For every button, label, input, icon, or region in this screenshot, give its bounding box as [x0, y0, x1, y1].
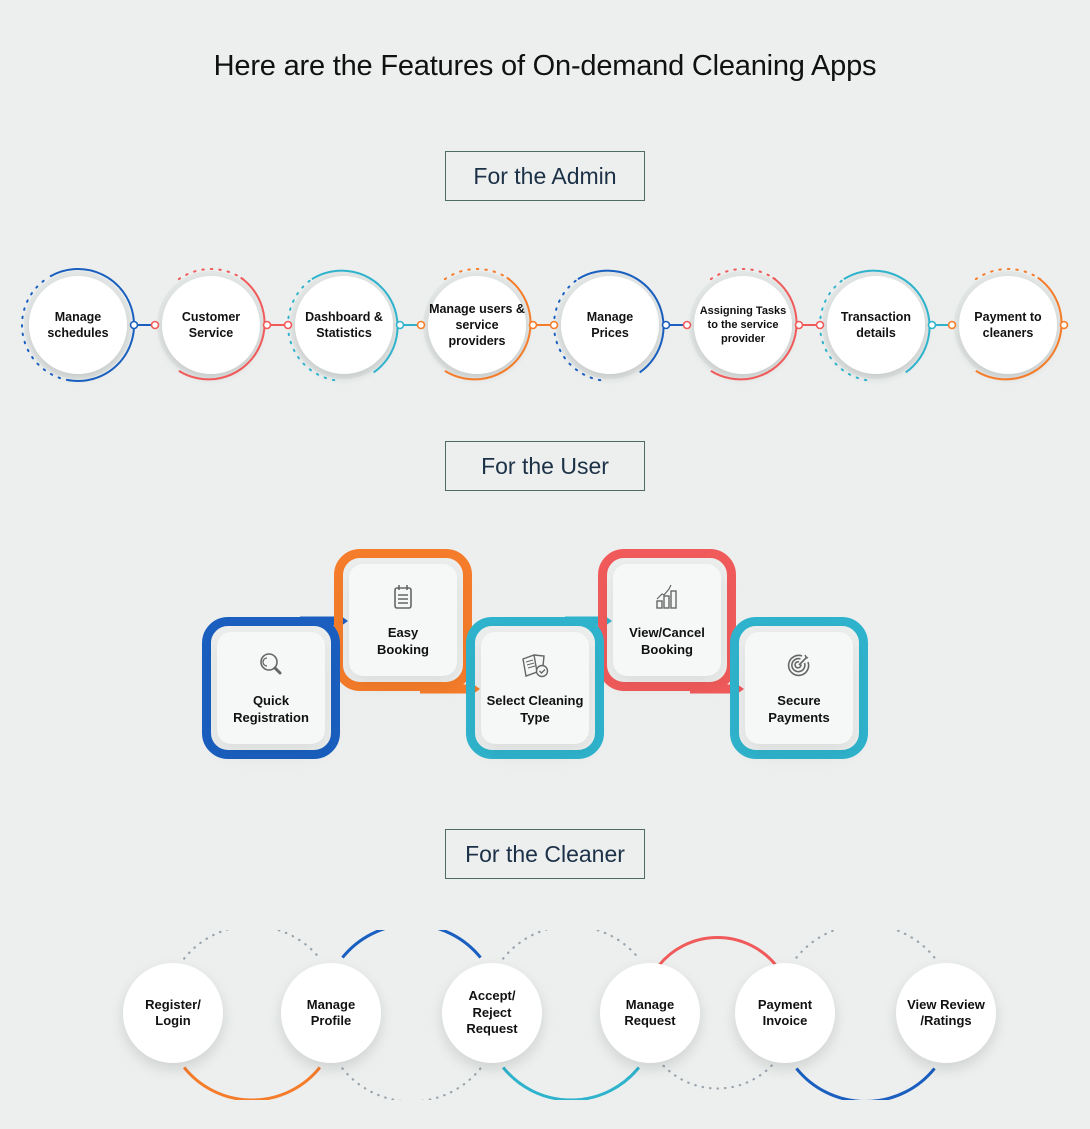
- label-line1: Manage: [625, 996, 675, 1012]
- label-line2: Request: [624, 1013, 676, 1028]
- label-line3: provider: [720, 333, 765, 345]
- admin-feature-label: Dashboard & Statistics: [294, 309, 394, 341]
- label-line2: Prices: [591, 326, 629, 340]
- label-line1: Customer: [181, 310, 241, 324]
- label-line1: Transaction: [840, 310, 912, 324]
- label-line1: View Review: [907, 996, 985, 1012]
- book-check-icon: [522, 654, 549, 678]
- cleaner-feature-register-login: Register/Login: [123, 963, 223, 1063]
- label-line3: Request: [466, 1021, 518, 1037]
- admin-feature-label: Assigning Tasks to the service provider: [693, 304, 793, 346]
- label-line1: Manage: [306, 996, 356, 1012]
- connector-arc-red: [657, 936, 778, 967]
- label-line2: /Ratings: [920, 1013, 972, 1028]
- user-step-easy-booking: Easy Booking: [334, 549, 472, 691]
- admin-feature-label: Payment to cleaners: [958, 309, 1058, 341]
- step-label-line2: Registration: [233, 710, 309, 725]
- label-line2: Reject: [472, 1004, 512, 1020]
- step-label-line2: Type: [520, 710, 550, 725]
- label-line1: Assigning Tasks: [699, 305, 787, 317]
- label-line2: Service: [188, 326, 234, 340]
- connector-node: [150, 320, 160, 330]
- label-line2: details: [856, 326, 896, 340]
- label-line1: Payment: [757, 996, 813, 1012]
- connector-node: [262, 320, 272, 330]
- section-label-user: For the User: [445, 441, 645, 491]
- label-line2: Statistics: [316, 326, 372, 340]
- cleaner-feature-manage-profile: Manage Profile: [281, 963, 381, 1063]
- cleaner-feature-payment-invoice: Payment Invoice: [735, 963, 835, 1063]
- label-line2: Profile: [310, 1013, 352, 1028]
- connector-node: [549, 320, 559, 330]
- connector-node: [947, 320, 957, 330]
- dotted-connector-arc: [795, 930, 936, 959]
- label-line1: Register/: [145, 996, 201, 1012]
- dotted-connector-arc: [183, 930, 321, 960]
- connector-node: [794, 320, 804, 330]
- connector-node: [528, 320, 538, 330]
- connector-node: [1059, 320, 1069, 330]
- cleaner-feature-manage-request: Manage Request: [600, 963, 700, 1063]
- target-icon: [787, 654, 810, 677]
- step-label-line2: Booking: [377, 642, 429, 657]
- step-label-line1: View/Cancel: [629, 625, 705, 640]
- step-label-line1: Quick: [252, 693, 290, 708]
- search-icon: [260, 653, 282, 675]
- connector-node: [927, 320, 937, 330]
- bar-chart-icon: [656, 584, 677, 609]
- label-line2: Invoice: [762, 1013, 808, 1028]
- cleaner-feature-accept-reject: Accept/Reject Request: [442, 963, 542, 1063]
- section-label-cleaner: For the Cleaner: [445, 829, 645, 879]
- step-label-line1: Easy: [387, 625, 419, 640]
- connector-node: [416, 320, 426, 330]
- label-line1: Manage users &: [429, 302, 525, 316]
- step-label-line1: Select Cleaning: [486, 693, 584, 708]
- label-line2: cleaners: [982, 326, 1034, 340]
- connector-node: [682, 320, 692, 330]
- label-line2: Login: [155, 1013, 191, 1028]
- connector-node: [661, 320, 671, 330]
- step-label-line2: Payments: [768, 710, 830, 725]
- step-label-line2: Booking: [640, 642, 693, 657]
- connector-node: [129, 320, 139, 330]
- user-step-view-cancel-booking: View/Cancel Booking: [598, 549, 736, 691]
- connector-arc-teal: [501, 1066, 641, 1100]
- step-label-line1: Secure: [777, 693, 821, 708]
- label-line1: Dashboard &: [305, 310, 383, 324]
- cleaner-feature-view-review-ratings: View Review/Ratings: [896, 963, 996, 1063]
- admin-feature-label: Manage schedules: [28, 309, 128, 341]
- admin-feature-label: Manage Prices: [560, 309, 660, 341]
- label-line1: Accept/: [468, 988, 516, 1004]
- label-line2: to the service: [707, 319, 779, 331]
- connector-node: [815, 320, 825, 330]
- dotted-connector-arc: [657, 1059, 778, 1090]
- label-line1: Manage: [54, 310, 102, 324]
- notepad-icon: [394, 585, 412, 609]
- connector-arc-blue: [795, 1067, 936, 1100]
- user-step-quick-registration: Quick Registration: [202, 617, 340, 759]
- admin-feature-label: Transaction details: [826, 309, 926, 341]
- page-title: Here are the Features of On-demand Clean…: [213, 50, 877, 82]
- connector-node: [395, 320, 405, 330]
- connector-arc-orange: [182, 1066, 322, 1100]
- user-step-select-cleaning-type: Select Cleaning Type: [466, 617, 604, 759]
- label-line1: Manage: [586, 310, 634, 324]
- dotted-connector-arc: [502, 930, 640, 960]
- label-line2: service providers: [448, 318, 506, 348]
- admin-feature-label: Manage users & service providers: [427, 301, 527, 349]
- label-line2: schedules: [47, 326, 109, 340]
- dotted-connector-arc: [341, 1067, 482, 1100]
- connector-arc-blue: [341, 930, 482, 959]
- admin-feature-label: Customer Service: [161, 309, 261, 341]
- section-label-admin: For the Admin: [445, 151, 645, 201]
- label-line1: Payment to: [974, 310, 1042, 324]
- connector-node: [283, 320, 293, 330]
- user-step-secure-payments: Secure Payments: [730, 617, 868, 759]
